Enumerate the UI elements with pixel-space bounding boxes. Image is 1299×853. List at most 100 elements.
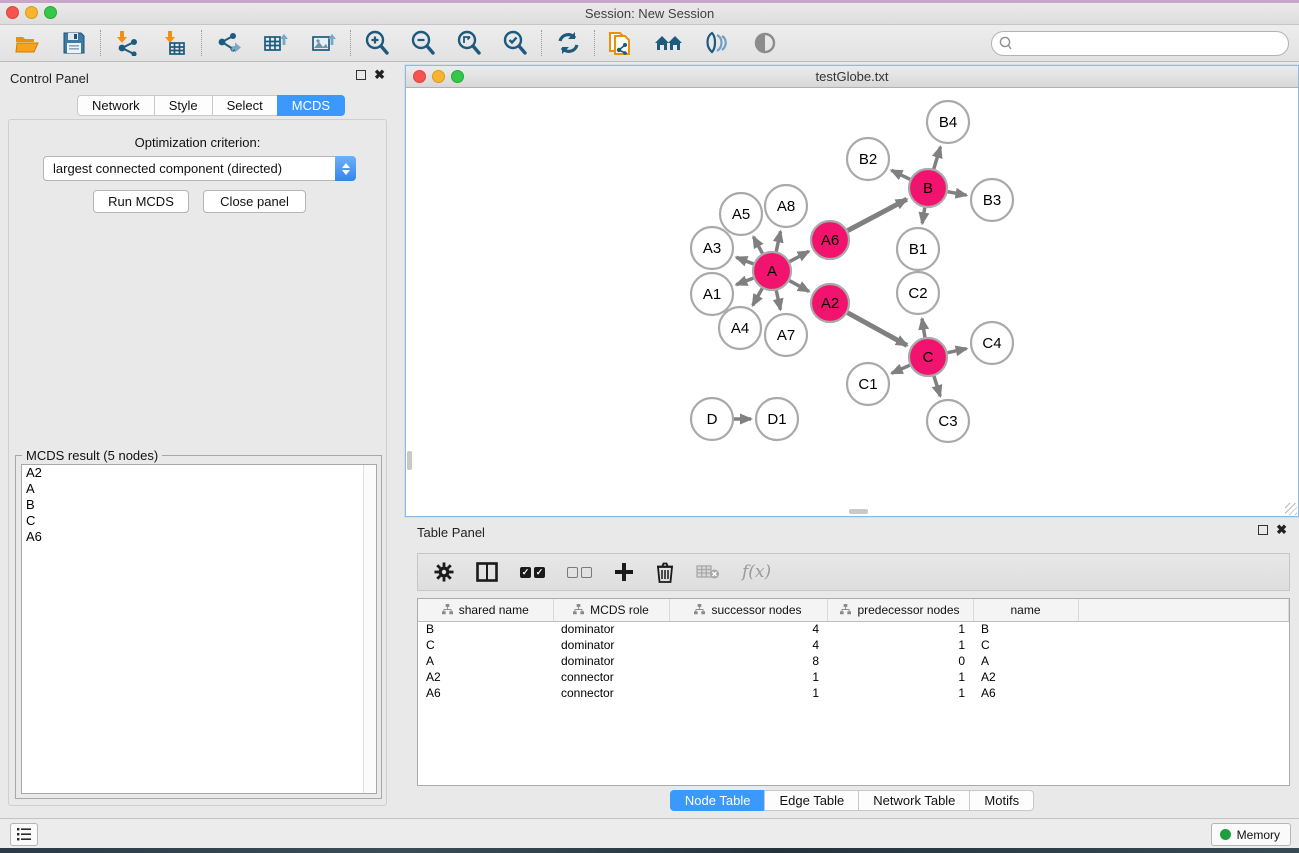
table-cell[interactable]: C	[418, 637, 553, 653]
node-table[interactable]: shared nameMCDS rolesuccessor nodesprede…	[417, 598, 1290, 786]
close-window-button[interactable]	[6, 6, 19, 19]
graph-edge-A-A6[interactable]	[790, 251, 809, 261]
table-row[interactable]: A6connector11A6	[418, 685, 1289, 701]
column-header-mcds-role[interactable]: MCDS role	[553, 599, 669, 621]
import-network-button[interactable]	[107, 27, 147, 59]
table-cell[interactable]: 4	[669, 637, 827, 653]
table-cell[interactable]: 1	[669, 669, 827, 685]
window-resize-grip[interactable]	[1285, 503, 1297, 515]
table-cell[interactable]: B	[973, 621, 1078, 637]
canvas-horizontal-scrollbar[interactable]	[849, 509, 868, 514]
graph-edge-A-A7[interactable]	[776, 291, 780, 310]
graph-node-C1[interactable]: C1	[847, 363, 889, 405]
graph-edge-A-A8[interactable]	[776, 231, 780, 251]
create-column-button[interactable]	[614, 562, 634, 582]
table-cell[interactable]: C	[973, 637, 1078, 653]
export-image-button[interactable]	[304, 27, 344, 59]
export-network-button[interactable]	[208, 27, 248, 59]
float-panel-icon[interactable]	[356, 70, 366, 80]
graph-edge-A-A5[interactable]	[753, 237, 762, 254]
table-row[interactable]: Adominator80A	[418, 653, 1289, 669]
table-cell[interactable]: dominator	[553, 621, 669, 637]
table-cell[interactable]: 1	[827, 669, 973, 685]
show-columns-button[interactable]	[476, 562, 498, 582]
table-cell[interactable]: 8	[669, 653, 827, 669]
select-all-columns-button[interactable]: ✓ ✓	[520, 567, 545, 578]
graph-node-A3[interactable]: A3	[691, 227, 733, 269]
memory-button[interactable]: Memory	[1211, 823, 1291, 846]
apply-layout-button[interactable]	[548, 27, 588, 59]
table-cell[interactable]: 1	[827, 637, 973, 653]
graph-node-A6[interactable]: A6	[811, 221, 849, 259]
table-row[interactable]: A2connector11A2	[418, 669, 1289, 685]
canvas-vertical-scrollbar[interactable]	[407, 451, 412, 470]
table-row[interactable]: Cdominator41C	[418, 637, 1289, 653]
graph-edge-C-C1[interactable]	[892, 365, 910, 373]
mcds-result-item[interactable]: A6	[22, 529, 376, 545]
import-table-button[interactable]	[155, 27, 195, 59]
task-history-button[interactable]	[10, 823, 38, 846]
table-cell[interactable]: A	[973, 653, 1078, 669]
close-panel-button[interactable]: Close panel	[203, 190, 306, 213]
table-cell[interactable]: connector	[553, 685, 669, 701]
table-settings-button[interactable]	[434, 562, 454, 582]
zoom-window-button[interactable]	[451, 70, 464, 83]
search-input[interactable]	[1018, 32, 1288, 55]
mcds-result-item[interactable]: B	[22, 497, 376, 513]
open-session-button[interactable]	[8, 27, 48, 59]
duplicate-network-button[interactable]	[601, 27, 641, 59]
table-cell[interactable]: dominator	[553, 637, 669, 653]
zoom-window-button[interactable]	[44, 6, 57, 19]
graph-node-A5[interactable]: A5	[720, 193, 762, 235]
minimize-window-button[interactable]	[25, 6, 38, 19]
graph-edge-A6-B[interactable]	[848, 199, 907, 230]
search-box[interactable]	[991, 31, 1289, 56]
graph-edge-A-A2[interactable]	[790, 281, 809, 292]
float-panel-icon[interactable]	[1258, 525, 1268, 535]
graph-edge-B-B3[interactable]	[948, 192, 967, 196]
table-tab-network-table[interactable]: Network Table	[858, 790, 969, 811]
table-cell[interactable]: connector	[553, 669, 669, 685]
graph-edge-C-C2[interactable]	[922, 319, 925, 338]
tab-mcds[interactable]: MCDS	[277, 95, 345, 116]
graph-edge-C-C4[interactable]	[948, 349, 967, 353]
table-tab-node-table[interactable]: Node Table	[670, 790, 765, 811]
mcds-result-item[interactable]: C	[22, 513, 376, 529]
table-cell[interactable]: 1	[669, 685, 827, 701]
zoom-selected-button[interactable]	[495, 27, 535, 59]
graph-edge-A-A4[interactable]	[753, 288, 762, 305]
column-header-name[interactable]: name	[973, 599, 1078, 621]
graph-node-B4[interactable]: B4	[927, 101, 969, 143]
table-cell[interactable]: 1	[827, 685, 973, 701]
table-cell[interactable]: 1	[827, 621, 973, 637]
graph-edge-B-B4[interactable]	[934, 147, 941, 169]
minimize-window-button[interactable]	[432, 70, 445, 83]
graph-node-D1[interactable]: D1	[756, 398, 798, 440]
graph-node-A[interactable]: A	[753, 252, 791, 290]
table-cell[interactable]: 4	[669, 621, 827, 637]
table-cell[interactable]: A2	[418, 669, 553, 685]
graph-edge-C-C3[interactable]	[934, 376, 940, 396]
close-panel-icon[interactable]: ✖	[374, 70, 385, 80]
close-window-button[interactable]	[413, 70, 426, 83]
table-cell[interactable]: A	[418, 653, 553, 669]
graph-node-A1[interactable]: A1	[691, 273, 733, 315]
export-table-button[interactable]	[256, 27, 296, 59]
zoom-in-button[interactable]	[357, 27, 397, 59]
column-header-predecessor-nodes[interactable]: predecessor nodes	[827, 599, 973, 621]
graph-node-C[interactable]: C	[909, 338, 947, 376]
graph-node-D[interactable]: D	[691, 398, 733, 440]
table-cell[interactable]: A2	[973, 669, 1078, 685]
graph-node-C3[interactable]: C3	[927, 400, 969, 442]
table-cell[interactable]: 0	[827, 653, 973, 669]
graph-node-B1[interactable]: B1	[897, 228, 939, 270]
graph-node-B3[interactable]: B3	[971, 179, 1013, 221]
graph-node-A7[interactable]: A7	[765, 314, 807, 356]
delete-column-button[interactable]	[656, 562, 674, 583]
criterion-dropdown[interactable]: largest connected component (directed)	[43, 156, 356, 181]
tab-network[interactable]: Network	[77, 95, 154, 116]
table-row[interactable]: Bdominator41B	[418, 621, 1289, 637]
unselect-all-columns-button[interactable]	[567, 567, 592, 578]
show-all-networks-button[interactable]	[649, 27, 689, 59]
graph-node-A2[interactable]: A2	[811, 284, 849, 322]
